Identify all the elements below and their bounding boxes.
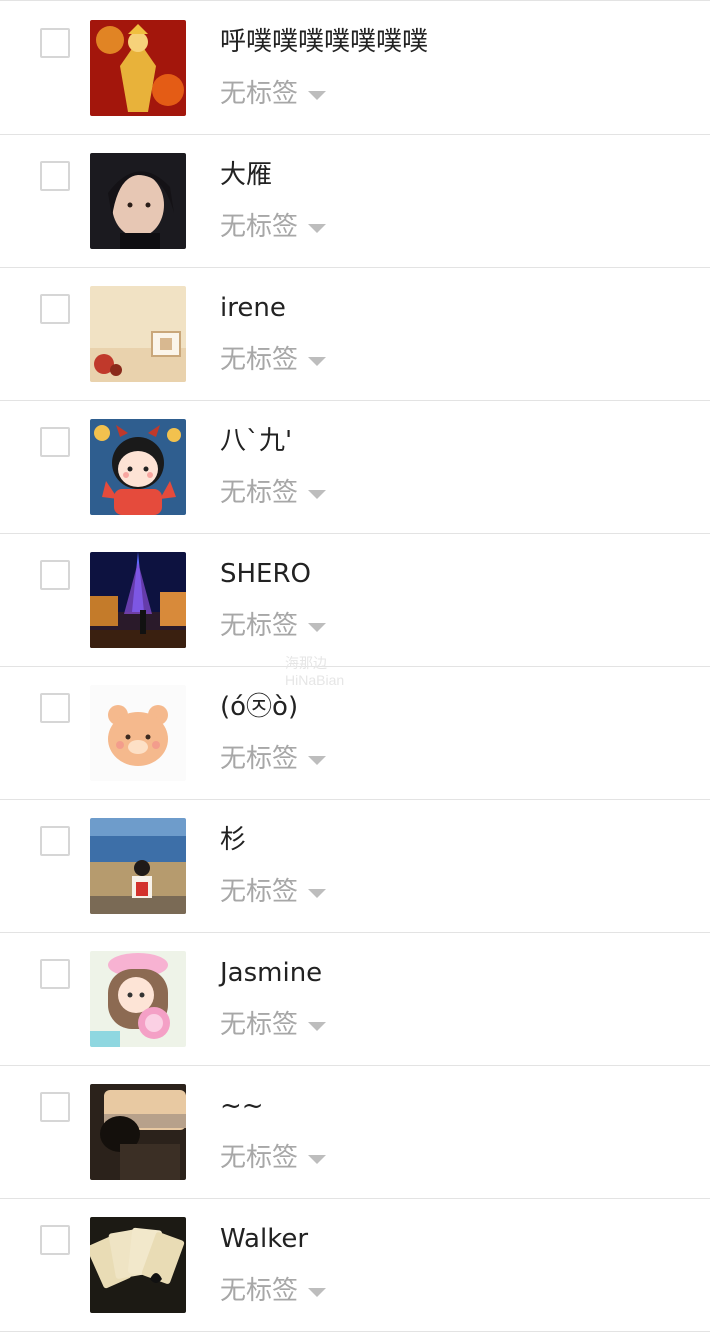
select-checkbox[interactable]: [40, 826, 70, 856]
select-checkbox[interactable]: [40, 1092, 70, 1122]
contact-name: Jasmine: [220, 958, 323, 988]
avatar: [90, 1217, 186, 1313]
avatar: [90, 818, 186, 914]
contact-name: 呼噗噗噗噗噗噗噗: [220, 27, 429, 57]
cartoon-girl-avatar: [90, 419, 186, 515]
caret-down-icon: [308, 1154, 327, 1164]
tag-dropdown[interactable]: 无标签: [220, 1005, 327, 1045]
contact-name: 杉: [220, 825, 247, 855]
avatar: [90, 685, 186, 781]
tag-label: 无标签: [220, 1010, 299, 1040]
tag-label: 无标签: [220, 212, 299, 242]
contact-row[interactable]: 大雁 无标签: [0, 135, 710, 268]
bear-face-avatar: [90, 685, 186, 781]
tag-dropdown[interactable]: 无标签: [220, 340, 327, 380]
select-checkbox[interactable]: [40, 560, 70, 590]
contact-row[interactable]: SHERO 无标签: [0, 534, 710, 667]
tag-label: 无标签: [220, 79, 299, 109]
caret-down-icon: [308, 755, 327, 765]
caret-down-icon: [308, 489, 327, 499]
tag-dropdown[interactable]: 无标签: [220, 872, 327, 912]
contact-list: 呼噗噗噗噗噗噗噗 无标签 大雁 无标签 irene 无标签 八`九' 无标签 S…: [0, 0, 710, 1332]
caret-down-icon: [308, 622, 327, 632]
tag-dropdown[interactable]: 无标签: [220, 739, 327, 779]
contact-row[interactable]: Walker 无标签: [0, 1199, 710, 1332]
tag-label: 无标签: [220, 478, 299, 508]
tag-dropdown[interactable]: 无标签: [220, 74, 327, 114]
select-checkbox[interactable]: [40, 161, 70, 191]
contact-name: Walker: [220, 1224, 309, 1254]
night-tower-avatar: [90, 552, 186, 648]
tag-label: 无标签: [220, 877, 299, 907]
select-checkbox[interactable]: [40, 959, 70, 989]
tag-dropdown[interactable]: 无标签: [220, 1271, 327, 1311]
select-checkbox[interactable]: [40, 693, 70, 723]
caret-down-icon: [308, 888, 327, 898]
tag-dropdown[interactable]: 无标签: [220, 1138, 327, 1178]
select-checkbox[interactable]: [40, 1225, 70, 1255]
caret-down-icon: [308, 90, 327, 100]
tag-label: 无标签: [220, 1276, 299, 1306]
room-photo-avatar: [90, 286, 186, 382]
contact-name: (ó㉨ò): [220, 692, 299, 722]
avatar: [90, 153, 186, 249]
avatar: [90, 286, 186, 382]
caret-down-icon: [308, 223, 327, 233]
playing-cards-avatar: [90, 1217, 186, 1313]
avatar: [90, 1084, 186, 1180]
seaside-photo-avatar: [90, 818, 186, 914]
contact-row[interactable]: 八`九' 无标签: [0, 401, 710, 534]
avatar: [90, 951, 186, 1047]
avatar: [90, 20, 186, 116]
train-window-avatar: [90, 1084, 186, 1180]
candy-girl-avatar: [90, 951, 186, 1047]
select-checkbox[interactable]: [40, 28, 70, 58]
select-checkbox[interactable]: [40, 427, 70, 457]
tag-label: 无标签: [220, 611, 299, 641]
tag-dropdown[interactable]: 无标签: [220, 606, 327, 646]
caret-down-icon: [308, 1021, 327, 1031]
contact-row[interactable]: 杉 无标签: [0, 800, 710, 933]
caret-down-icon: [308, 356, 327, 366]
contact-row[interactable]: (ó㉨ò) 无标签: [0, 667, 710, 800]
contact-name: SHERO: [220, 559, 312, 589]
tag-dropdown[interactable]: 无标签: [220, 207, 327, 247]
golden-warrior-avatar: [90, 20, 186, 116]
tag-dropdown[interactable]: 无标签: [220, 473, 327, 513]
man-portrait-avatar: [90, 153, 186, 249]
avatar: [90, 419, 186, 515]
caret-down-icon: [308, 1287, 327, 1297]
avatar: [90, 552, 186, 648]
contact-row[interactable]: 呼噗噗噗噗噗噗噗 无标签: [0, 0, 710, 135]
tag-label: 无标签: [220, 1143, 299, 1173]
contact-name: ~~: [220, 1091, 264, 1121]
contact-row[interactable]: ~~ 无标签: [0, 1066, 710, 1199]
contact-row[interactable]: irene 无标签: [0, 268, 710, 401]
contact-row[interactable]: Jasmine 无标签: [0, 933, 710, 1066]
contact-name: 八`九': [220, 426, 293, 456]
tag-label: 无标签: [220, 345, 299, 375]
select-checkbox[interactable]: [40, 294, 70, 324]
contact-name: irene: [220, 293, 286, 323]
contact-name: 大雁: [220, 160, 273, 190]
tag-label: 无标签: [220, 744, 299, 774]
